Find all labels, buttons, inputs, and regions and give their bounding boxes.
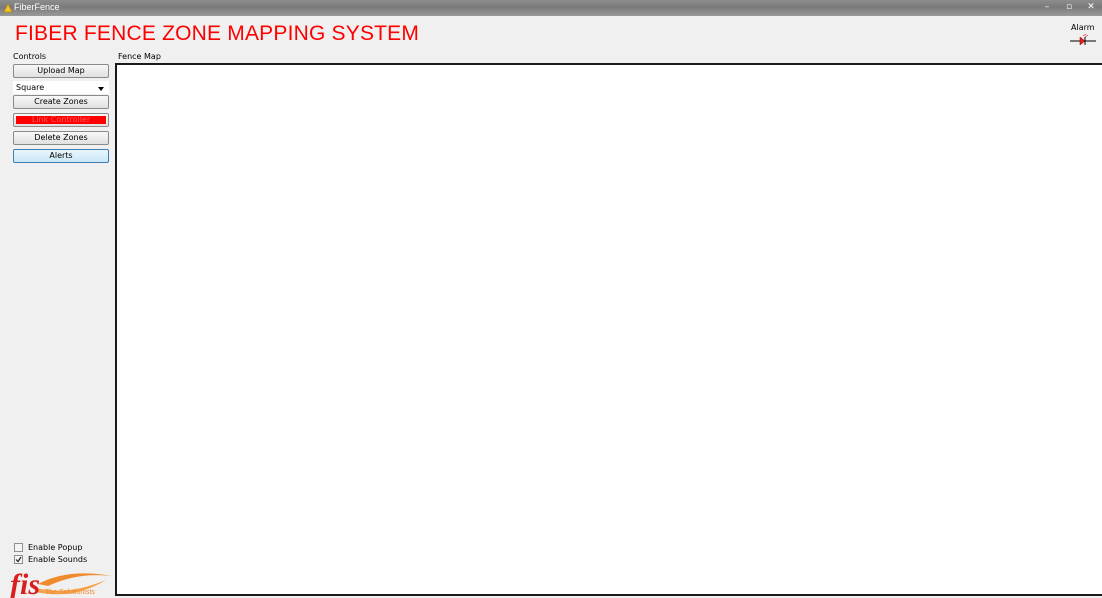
window-controls: – ▫ ✕ (1036, 0, 1102, 16)
enable-popup-option[interactable]: Enable Popup (14, 543, 82, 552)
chevron-down-icon (98, 87, 104, 91)
checkmark-icon (15, 556, 22, 563)
shape-select-value: Square (16, 83, 45, 92)
enable-sounds-checkbox[interactable] (14, 555, 23, 564)
upload-map-button[interactable]: Upload Map (13, 64, 109, 78)
enable-sounds-option[interactable]: Enable Sounds (14, 555, 87, 564)
window-titlebar: FiberFence – ▫ ✕ (0, 0, 1102, 16)
link-controller-button[interactable]: Link Controller (13, 113, 109, 127)
page-title: FIBER FENCE ZONE MAPPING SYSTEM (15, 22, 420, 45)
delete-zones-button[interactable]: Delete Zones (13, 131, 109, 145)
alarm-led-icon (1070, 34, 1096, 46)
alarm-label: Alarm (1071, 23, 1095, 32)
shape-select[interactable]: Square (13, 81, 109, 94)
close-button[interactable]: ✕ (1080, 0, 1102, 14)
app-icon (3, 3, 13, 13)
link-controller-label: Link Controller (31, 115, 91, 124)
enable-popup-checkbox[interactable] (14, 543, 23, 552)
enable-sounds-label: Enable Sounds (28, 555, 88, 564)
minimize-button[interactable]: – (1036, 0, 1058, 14)
controls-section-label: Controls (13, 52, 47, 61)
fence-map-label: Fence Map (118, 52, 161, 61)
enable-popup-label: Enable Popup (28, 543, 83, 552)
fence-map-canvas[interactable] (115, 63, 1102, 596)
create-zones-button[interactable]: Create Zones (13, 95, 109, 109)
logo-brand-text: fis (10, 568, 40, 598)
alerts-button[interactable]: Alerts (13, 149, 109, 163)
window-title: FiberFence (14, 2, 60, 12)
maximize-button[interactable]: ▫ (1058, 0, 1080, 14)
logo-tagline: The Solutionists (45, 589, 95, 596)
